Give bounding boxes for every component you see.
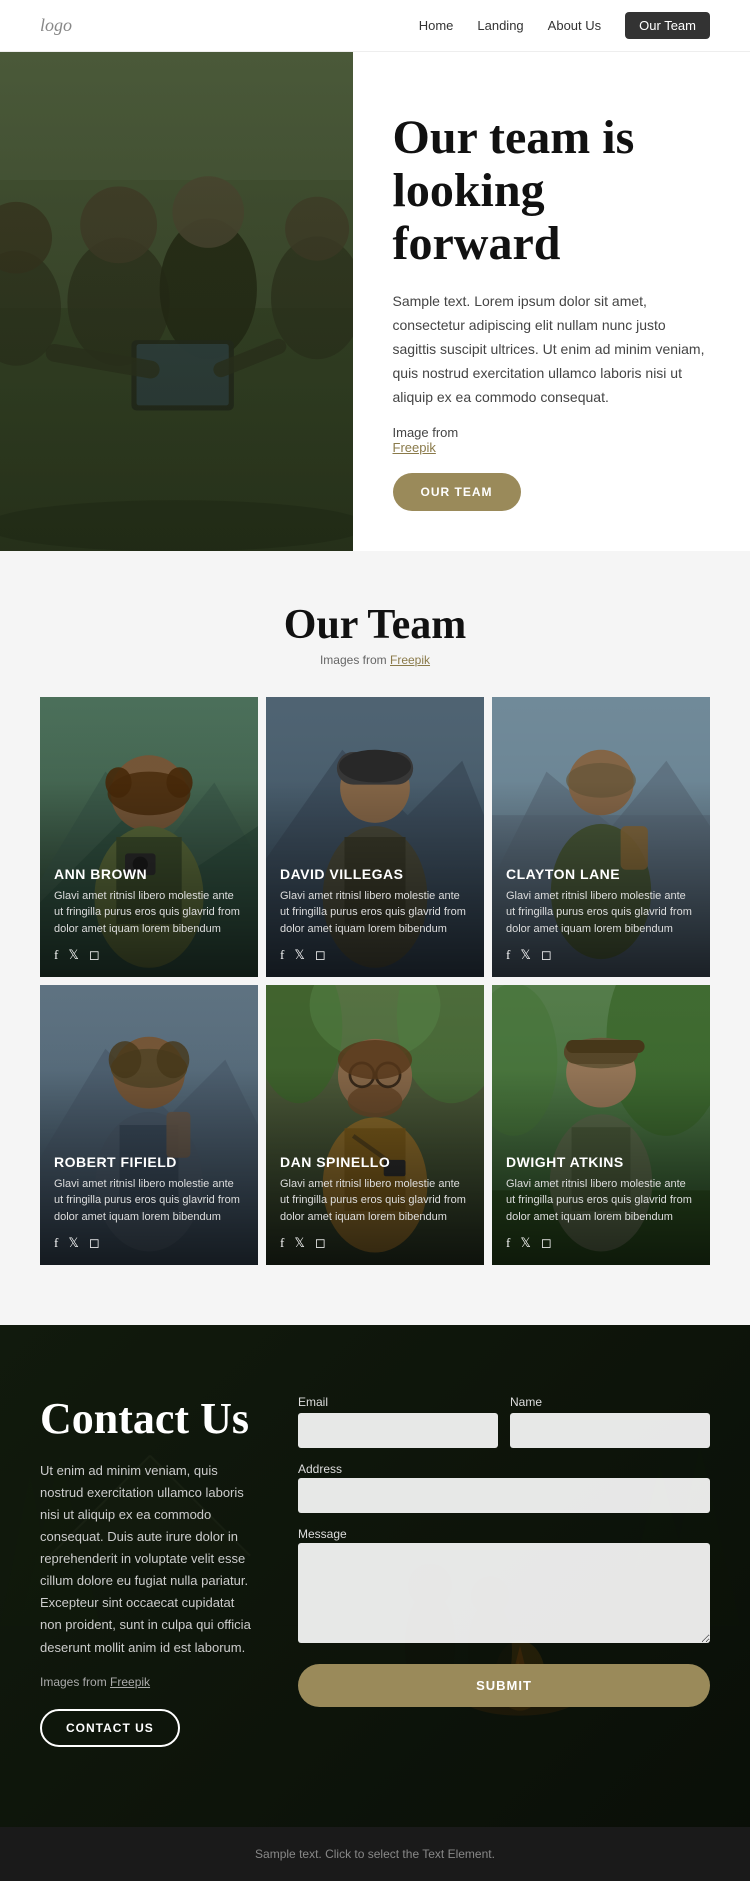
team-member-4-socials: f 𝕏 ◻ <box>54 1235 244 1251</box>
team-member-4-name: ROBERT FIFIELD <box>54 1154 244 1170</box>
team-card-1: ANN BROWN Glavi amet ritnisl libero mole… <box>40 697 258 977</box>
team-member-3-socials: f 𝕏 ◻ <box>506 947 696 963</box>
team-member-1-desc: Glavi amet ritnisl libero molestie ante … <box>54 888 244 938</box>
facebook-icon-1[interactable]: f <box>54 947 58 963</box>
twitter-icon-5[interactable]: 𝕏 <box>294 1235 304 1251</box>
contact-title: Contact Us <box>40 1395 258 1443</box>
facebook-icon-2[interactable]: f <box>280 947 284 963</box>
team-member-5-desc: Glavi amet ritnisl libero molestie ante … <box>280 1176 470 1226</box>
submit-button[interactable]: SUBMIT <box>298 1664 710 1707</box>
contact-right: Email Name Address Message SUBMIT <box>298 1395 710 1746</box>
facebook-icon-3[interactable]: f <box>506 947 510 963</box>
instagram-icon-6[interactable]: ◻ <box>541 1235 552 1251</box>
facebook-icon-4[interactable]: f <box>54 1235 58 1251</box>
instagram-icon-4[interactable]: ◻ <box>89 1235 100 1251</box>
nav-link-about[interactable]: About Us <box>548 18 601 33</box>
team-section: Our Team Images from Freepik <box>0 551 750 1325</box>
twitter-icon-4[interactable]: 𝕏 <box>68 1235 78 1251</box>
team-grid: ANN BROWN Glavi amet ritnisl libero mole… <box>40 697 710 1265</box>
footer-text: Sample text. Click to select the Text El… <box>40 1847 710 1861</box>
team-member-2-socials: f 𝕏 ◻ <box>280 947 470 963</box>
team-subtitle: Images from Freepik <box>40 653 710 667</box>
team-member-3-desc: Glavi amet ritnisl libero molestie ante … <box>506 888 696 938</box>
twitter-icon-1[interactable]: 𝕏 <box>68 947 78 963</box>
hero-description: Sample text. Lorem ipsum dolor sit amet,… <box>393 290 711 409</box>
contact-left: Contact Us Ut enim ad minim veniam, quis… <box>40 1395 258 1746</box>
team-member-5-socials: f 𝕏 ◻ <box>280 1235 470 1251</box>
contact-description: Ut enim ad minim veniam, quis nostrud ex… <box>40 1460 258 1659</box>
team-member-6-socials: f 𝕏 ◻ <box>506 1235 696 1251</box>
team-card-3: CLAYTON LANE Glavi amet ritnisl libero m… <box>492 697 710 977</box>
team-freepik-link[interactable]: Freepik <box>390 653 430 667</box>
team-member-6-desc: Glavi amet ritnisl libero molestie ante … <box>506 1176 696 1226</box>
team-member-2-name: DAVID VILLEGAS <box>280 866 470 882</box>
twitter-icon-2[interactable]: 𝕏 <box>294 947 304 963</box>
team-member-3-name: CLAYTON LANE <box>506 866 696 882</box>
hero-section: Our team is looking forward Sample text.… <box>0 52 750 551</box>
team-member-4-desc: Glavi amet ritnisl libero molestie ante … <box>54 1176 244 1226</box>
address-label: Address <box>298 1462 342 1476</box>
instagram-icon-1[interactable]: ◻ <box>89 947 100 963</box>
instagram-icon-5[interactable]: ◻ <box>315 1235 326 1251</box>
email-label: Email <box>298 1395 498 1409</box>
team-card-2: DAVID VILLEGAS Glavi amet ritnisl libero… <box>266 697 484 977</box>
message-textarea[interactable] <box>298 1543 710 1643</box>
instagram-icon-3[interactable]: ◻ <box>541 947 552 963</box>
footer: Sample text. Click to select the Text El… <box>0 1827 750 1881</box>
facebook-icon-6[interactable]: f <box>506 1235 510 1251</box>
contact-image-credit: Images from Freepik <box>40 1675 258 1689</box>
name-input[interactable] <box>510 1413 710 1448</box>
team-card-4: ROBERT FIFIELD Glavi amet ritnisl libero… <box>40 985 258 1265</box>
nav-links: Home Landing About Us Our Team <box>419 12 710 39</box>
twitter-icon-3[interactable]: 𝕏 <box>520 947 530 963</box>
nav-link-home[interactable]: Home <box>419 18 454 33</box>
hero-image-credit: Image from Freepik <box>393 425 711 455</box>
contact-section: Contact Us Ut enim ad minim veniam, quis… <box>0 1325 750 1826</box>
contact-form: Email Name Address Message SUBMIT <box>298 1395 710 1707</box>
team-member-5-name: DAN SPINELLO <box>280 1154 470 1170</box>
team-member-6-name: DWIGHT ATKINS <box>506 1154 696 1170</box>
team-card-5: DAN SPINELLO Glavi amet ritnisl libero m… <box>266 985 484 1265</box>
contact-freepik-link[interactable]: Freepik <box>110 1675 150 1689</box>
team-card-6: DWIGHT ATKINS Glavi amet ritnisl libero … <box>492 985 710 1265</box>
hero-image <box>0 52 353 551</box>
email-input[interactable] <box>298 1413 498 1448</box>
address-input[interactable] <box>298 1478 710 1513</box>
hero-content: Our team is looking forward Sample text.… <box>353 52 750 551</box>
hero-freepik-link[interactable]: Freepik <box>393 440 436 455</box>
team-member-2-desc: Glavi amet ritnisl libero molestie ante … <box>280 888 470 938</box>
facebook-icon-5[interactable]: f <box>280 1235 284 1251</box>
name-label: Name <box>510 1395 710 1409</box>
team-member-1-socials: f 𝕏 ◻ <box>54 947 244 963</box>
navigation: logo Home Landing About Us Our Team <box>0 0 750 52</box>
message-label: Message <box>298 1527 347 1541</box>
hero-title: Our team is looking forward <box>393 112 711 270</box>
twitter-icon-6[interactable]: 𝕏 <box>520 1235 530 1251</box>
team-title: Our Team <box>40 601 710 649</box>
contact-us-button[interactable]: CONTACT US <box>40 1709 180 1747</box>
logo: logo <box>40 15 72 36</box>
instagram-icon-2[interactable]: ◻ <box>315 947 326 963</box>
our-team-button[interactable]: OUR TEAM <box>393 473 521 511</box>
nav-link-landing[interactable]: Landing <box>477 18 523 33</box>
team-member-1-name: ANN BROWN <box>54 866 244 882</box>
nav-link-ourteam[interactable]: Our Team <box>625 12 710 39</box>
